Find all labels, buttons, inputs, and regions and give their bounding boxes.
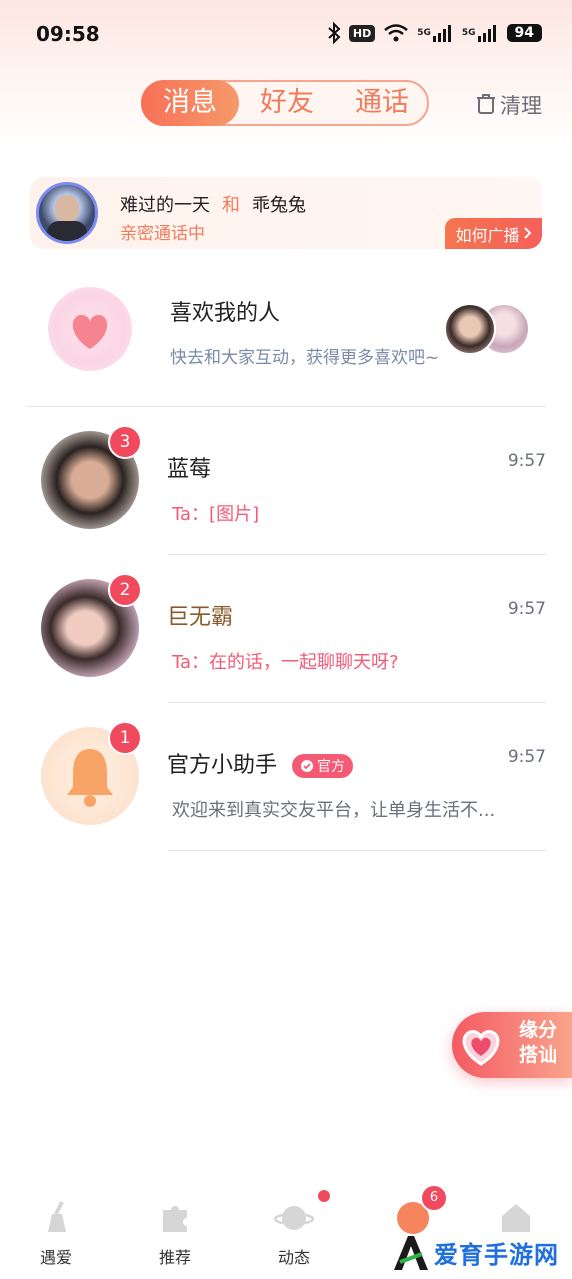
who-likes-me-entry[interactable]: 喜欢我的人 快去和大家互动，获得更多喜欢吧~: [0, 275, 572, 385]
battery-indicator: 94: [506, 24, 542, 42]
network-type-label: 5G: [417, 28, 431, 38]
chat-item[interactable]: 2 巨无霸 9:57 Ta：在的话，一起聊聊天呀?: [0, 555, 572, 703]
likes-title: 喜欢我的人: [170, 301, 281, 326]
chat-preview: Ta：在的话，一起聊聊天呀?: [172, 652, 399, 673]
heart-icon-container: [48, 287, 132, 371]
avatar[interactable]: [36, 182, 98, 244]
fate-line2: 搭讪: [518, 1044, 557, 1066]
notification-dot: [318, 1190, 330, 1202]
how-to-broadcast-button[interactable]: 如何广播: [445, 218, 542, 249]
call-broadcast-banner[interactable]: 难过的一天和乖兔兔 亲密通话中 如何广播: [30, 177, 542, 249]
official-tag-label: 官方: [317, 759, 346, 775]
trash-icon: [476, 92, 496, 119]
wifi-icon: [383, 23, 409, 43]
nav-item-meet[interactable]: 遇爱: [16, 1198, 96, 1268]
verified-icon: [301, 760, 314, 772]
watermark-text: 爱育手游网: [434, 1240, 559, 1269]
chat-time: 9:57: [507, 451, 546, 471]
nav-item-recommend[interactable]: 推荐: [135, 1198, 215, 1268]
watermark: 爱育手游网: [390, 1232, 559, 1272]
watermark-logo-icon: [394, 1236, 428, 1270]
chat-time: 9:57: [507, 747, 546, 767]
broom-icon: [36, 1198, 76, 1238]
status-time: 09:58: [36, 22, 100, 46]
broadcast-button-label: 如何广播: [455, 225, 520, 245]
chevron-right-icon: [523, 224, 532, 243]
signal-icon: 5G: [462, 23, 499, 43]
unread-badge: 3: [108, 425, 142, 459]
clean-button[interactable]: 清理: [476, 90, 542, 120]
chat-preview: 欢迎来到真实交友平台，让单身生活不...: [172, 800, 496, 821]
network-type-label: 5G: [461, 28, 476, 38]
tab-calls[interactable]: 通话: [341, 82, 423, 124]
fate-chat-widget[interactable]: 缘分 搭讪: [452, 1012, 572, 1078]
broadcast-user1: 难过的一天: [120, 195, 210, 216]
broadcast-participants: 难过的一天和乖兔兔: [120, 191, 306, 217]
avatar: [444, 303, 496, 355]
official-badge: 官方: [292, 754, 354, 778]
nav-item-moments[interactable]: 动态: [254, 1190, 334, 1268]
chat-name: 官方小助手: [167, 753, 278, 778]
likes-subtitle: 快去和大家互动，获得更多喜欢吧~: [170, 348, 440, 368]
nav-label: 遇爱: [39, 1248, 72, 1267]
broadcast-status: 亲密通话中: [120, 224, 205, 244]
status-bar: 09:58 HD 5G 5G 94: [0, 0, 572, 66]
chat-item[interactable]: 3 蓝莓 9:57 Ta：[图片]: [0, 407, 572, 555]
unread-badge: 2: [108, 573, 142, 607]
heart-icon: [462, 1030, 500, 1066]
unread-badge: 1: [108, 721, 142, 755]
tab-messages[interactable]: 消息: [141, 80, 239, 126]
broadcast-connector: 和: [222, 195, 240, 216]
unread-badge: 6: [420, 1184, 448, 1212]
signal-icon: 5G: [417, 23, 454, 43]
puzzle-icon: [155, 1198, 195, 1238]
chat-name-container: 官方小助手 官方: [167, 747, 354, 779]
chat-item[interactable]: 1 官方小助手 官方 9:57 欢迎来到真实交友平台，让单身生活不...: [0, 703, 572, 851]
fate-line1: 缘分: [518, 1019, 557, 1041]
fate-widget-label: 缘分 搭讪: [510, 1018, 566, 1068]
nav-label: 推荐: [158, 1248, 191, 1267]
tab-friends[interactable]: 好友: [247, 82, 327, 124]
chat-preview: Ta：[图片]: [172, 504, 260, 525]
chat-name: 蓝莓: [167, 457, 212, 482]
hd-voice-icon: HD: [348, 24, 376, 42]
planet-icon: [274, 1198, 314, 1238]
broadcast-user2: 乖兔兔: [252, 195, 306, 216]
clean-label: 清理: [500, 94, 542, 118]
bluetooth-icon: [327, 22, 341, 44]
divider: [168, 850, 546, 851]
nav-label: 动态: [277, 1248, 310, 1267]
status-icons: HD 5G 5G 94: [327, 22, 542, 44]
chat-name: 巨无霸: [167, 605, 234, 630]
chat-time: 9:57: [507, 599, 546, 619]
message-tab-switcher: 消息 好友 通话: [141, 80, 429, 126]
heart-icon: [72, 314, 108, 349]
